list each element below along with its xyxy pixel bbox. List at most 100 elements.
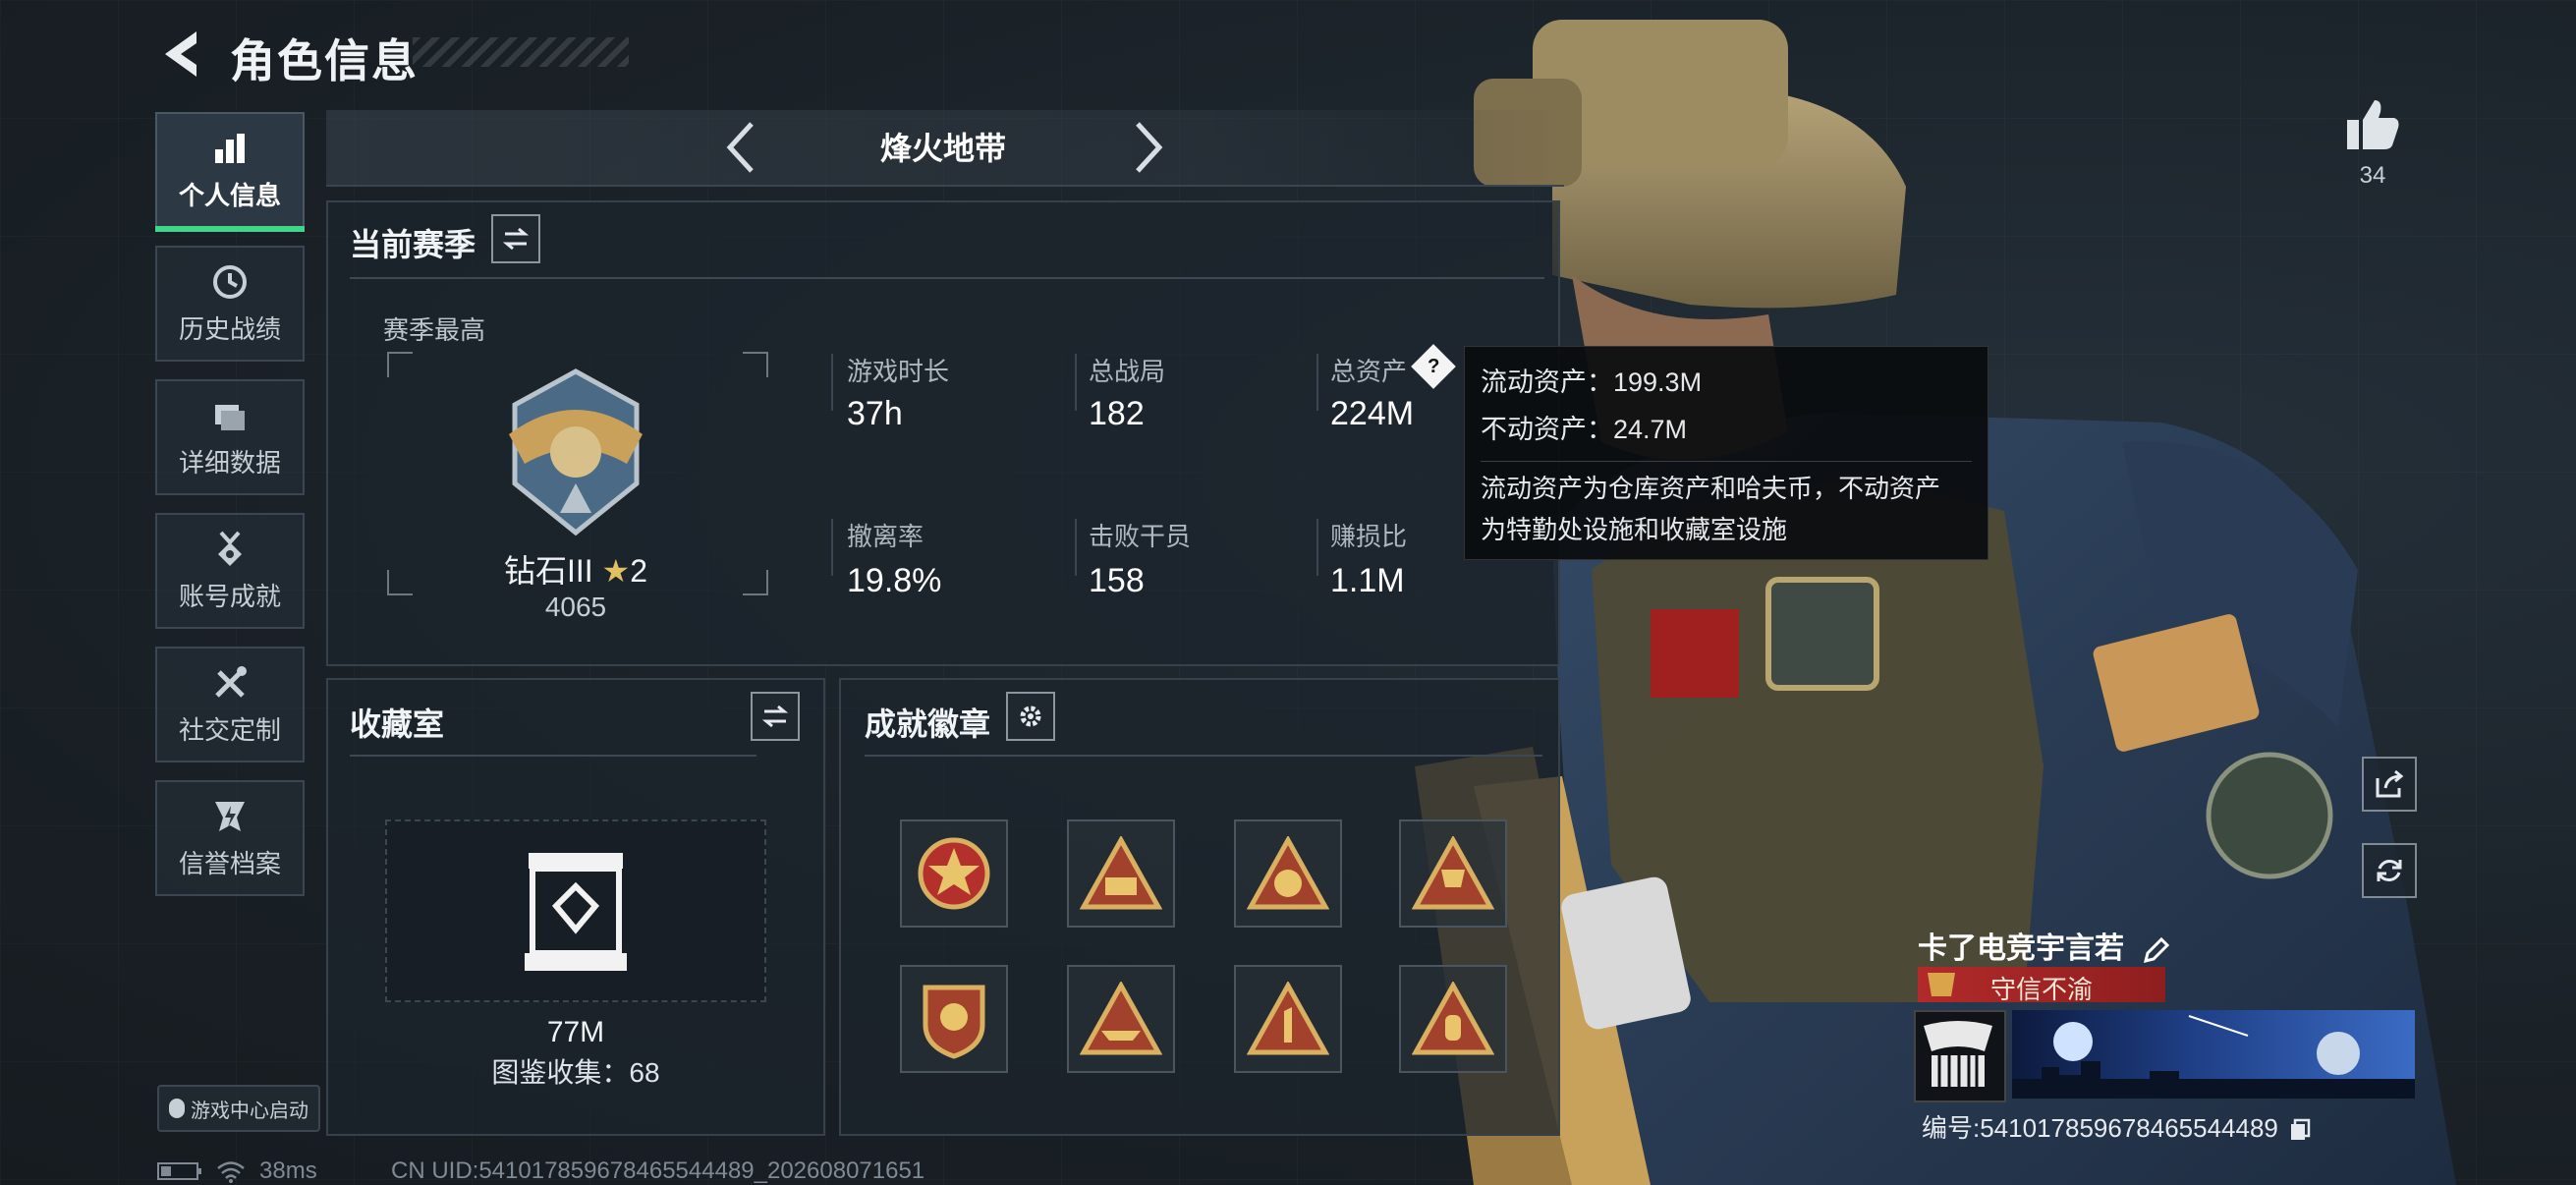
title-decoration bbox=[413, 37, 629, 67]
sidebar-item-detailed-data[interactable]: 详细数据 bbox=[155, 379, 305, 495]
refresh-icon bbox=[2377, 860, 2402, 881]
stat-value-total-matches: 182 bbox=[1089, 395, 1145, 432]
qq-penguin-icon bbox=[169, 1099, 185, 1118]
wifi-icon bbox=[217, 1161, 245, 1183]
star-emblem-icon bbox=[918, 837, 990, 910]
achievement-badge[interactable] bbox=[1234, 965, 1342, 1073]
player-banner bbox=[2012, 1010, 2415, 1099]
diamond-rank-emblem-icon bbox=[509, 368, 643, 536]
divider bbox=[1316, 519, 1318, 576]
rank-name: 钻石III bbox=[503, 553, 593, 589]
player-id: 编号:541017859678465544489 bbox=[1922, 1113, 2278, 1143]
launch-label: 游戏中心启动 bbox=[191, 1100, 308, 1122]
thumbs-up-icon bbox=[2347, 100, 2399, 149]
swap-arrows-icon bbox=[502, 227, 530, 251]
help-icon-glyph: ? bbox=[1427, 355, 1440, 378]
stat-value-extraction-rate: 19.8% bbox=[847, 562, 942, 599]
mode-title: 烽火地带 bbox=[879, 131, 1006, 166]
achievement-settings-button[interactable] bbox=[1006, 692, 1055, 741]
sidebar-item-label: 历史战绩 bbox=[178, 313, 281, 344]
divider bbox=[865, 755, 1542, 757]
collection-switch-button[interactable] bbox=[751, 692, 800, 741]
tooltip-liquid-assets: 流动资产：199.3M bbox=[1481, 367, 1703, 397]
season-switch-button[interactable] bbox=[491, 214, 540, 263]
triangle-trophy-icon bbox=[1412, 836, 1494, 910]
tooltip-description: 流动资产为仓库资产和哈夫币，不动资产 为特勤处设施和收藏室设施 bbox=[1481, 461, 1972, 550]
achievement-badge[interactable] bbox=[1399, 965, 1507, 1073]
honor-title: 守信不渝 bbox=[1989, 975, 2093, 1004]
stat-label: 总战局 bbox=[1089, 357, 1166, 386]
player-name: 卡了电竞宇言若 bbox=[1918, 932, 2124, 965]
night-sky-banner-icon bbox=[2012, 1015, 2415, 1099]
back-arrow-icon[interactable] bbox=[157, 28, 206, 81]
achievement-badge[interactable] bbox=[1399, 819, 1507, 928]
edit-pencil-icon[interactable] bbox=[2142, 935, 2171, 965]
share-icon bbox=[2376, 769, 2404, 798]
tooltip-description-line: 为特勤处设施和收藏室设施 bbox=[1481, 515, 1788, 544]
next-mode-arrow-icon[interactable] bbox=[1130, 118, 1169, 177]
sidebar-item-account-achievements[interactable]: 账号成就 bbox=[155, 513, 305, 629]
bar-chart-icon bbox=[210, 129, 250, 168]
stat-label: 击败干员 bbox=[1089, 522, 1192, 551]
stat-label: 总资产 bbox=[1330, 357, 1408, 386]
collection-value: 77M bbox=[546, 1016, 605, 1048]
display-case-icon bbox=[525, 853, 627, 971]
star-icon: ★ bbox=[601, 553, 631, 589]
stat-label: 撤离率 bbox=[847, 522, 924, 551]
like-counter[interactable]: 34 bbox=[2338, 98, 2407, 190]
share-button[interactable] bbox=[2362, 757, 2417, 812]
stat-label: 赚损比 bbox=[1330, 522, 1408, 551]
triangle-helmet-icon bbox=[1247, 836, 1329, 910]
shield-bolt-icon bbox=[210, 797, 250, 836]
achievement-badge[interactable] bbox=[1234, 819, 1342, 928]
divider bbox=[350, 277, 1544, 279]
sidebar-item-match-history[interactable]: 历史战绩 bbox=[155, 246, 305, 362]
game-center-launch-button[interactable]: 游戏中心启动 bbox=[157, 1085, 320, 1132]
achievement-badge[interactable] bbox=[900, 819, 1008, 928]
page-title: 角色信息 bbox=[230, 35, 419, 86]
uid-text: CN UID:541017859678465544489_20260807165… bbox=[391, 1157, 925, 1184]
triangle-crew-icon bbox=[1080, 836, 1162, 910]
shield-crest-icon bbox=[923, 985, 985, 1059]
refresh-button[interactable] bbox=[2362, 843, 2417, 898]
copy-icon[interactable] bbox=[2289, 1118, 2311, 1142]
stat-value-total-assets: 224M bbox=[1330, 395, 1415, 432]
player-id-row: 编号:541017859678465544489 bbox=[1922, 1108, 2311, 1145]
history-clock-icon bbox=[210, 262, 250, 302]
achievement-badge[interactable] bbox=[1067, 965, 1175, 1073]
tooltip-fixed-assets: 不动资产：24.7M bbox=[1481, 415, 1688, 444]
divider bbox=[831, 519, 833, 576]
stat-label: 游戏时长 bbox=[847, 357, 950, 386]
sidebar-item-social-customization[interactable]: 社交定制 bbox=[155, 647, 305, 762]
honor-title-badge: 守信不渝 bbox=[1918, 967, 2165, 1004]
rank-points: 4065 bbox=[544, 592, 607, 622]
sidebar-item-label: 个人信息 bbox=[178, 180, 281, 210]
achievement-badge[interactable] bbox=[1067, 819, 1175, 928]
divider bbox=[350, 755, 756, 757]
sidebar-item-personal-info[interactable]: 个人信息 bbox=[155, 112, 305, 232]
sidebar-item-label: 账号成就 bbox=[178, 581, 281, 611]
player-avatar[interactable] bbox=[1914, 1010, 2006, 1102]
like-count: 34 bbox=[2359, 162, 2386, 189]
divider bbox=[831, 354, 833, 411]
swap-arrows-icon bbox=[761, 705, 789, 728]
divider bbox=[1316, 354, 1318, 411]
achievement-badge[interactable] bbox=[900, 965, 1008, 1073]
assets-tooltip: 流动资产：199.3M 不动资产：24.7M 流动资产为仓库资产和哈夫币，不动资… bbox=[1464, 346, 1988, 560]
season-panel-title: 当前赛季 bbox=[350, 227, 476, 262]
triangle-hand-icon bbox=[1412, 982, 1494, 1055]
sidebar-item-label: 社交定制 bbox=[178, 714, 281, 745]
stat-value-play-time: 37h bbox=[847, 395, 903, 432]
triangle-number-one-icon bbox=[1247, 982, 1329, 1055]
folder-icon bbox=[210, 396, 250, 435]
gear-icon bbox=[1020, 705, 1041, 727]
battery-icon bbox=[157, 1162, 201, 1180]
rank-stars: 2 bbox=[630, 553, 648, 589]
divider bbox=[1075, 354, 1077, 411]
achievements-panel-title: 成就徽章 bbox=[865, 706, 991, 742]
collection-panel-title: 收藏室 bbox=[350, 706, 445, 742]
sidebar-item-label: 信誉档案 bbox=[178, 848, 281, 878]
sidebar-item-credit-profile[interactable]: 信誉档案 bbox=[155, 780, 305, 896]
previous-mode-arrow-icon[interactable] bbox=[720, 118, 759, 177]
achievement-medal-icon bbox=[210, 530, 250, 569]
